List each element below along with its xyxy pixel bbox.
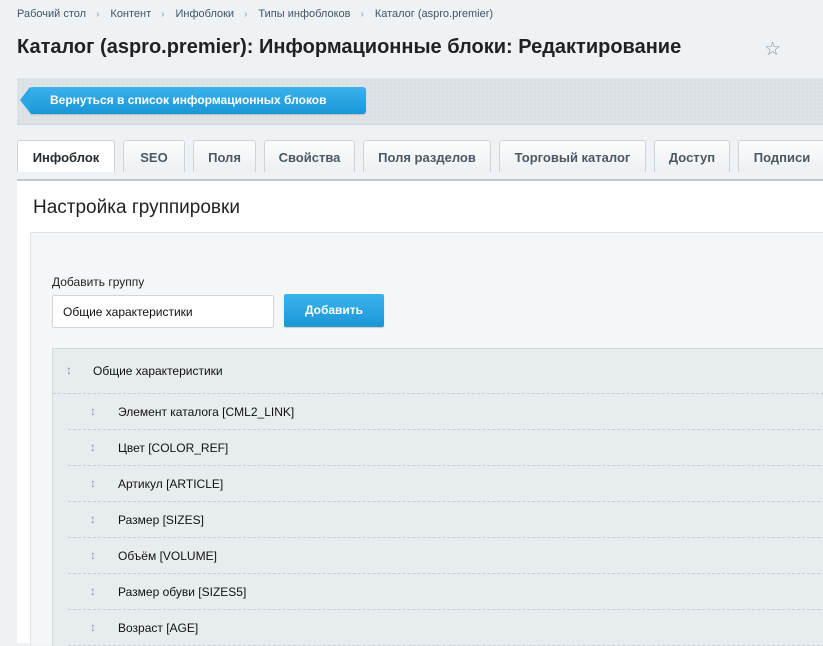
group-name-input[interactable] [52, 295, 274, 328]
property-label: Артикул [ARTICLE] [118, 477, 224, 491]
tab-bar: Инфоблок SEO Поля Свойства Поля разделов… [17, 140, 823, 173]
tab-access[interactable]: Доступ [654, 140, 730, 172]
property-label: Возраст [AGE] [118, 621, 199, 635]
list-item[interactable]: ↕ Размер обуви [SIZES5] [68, 574, 823, 610]
drag-handle-icon[interactable]: ↕ [90, 477, 96, 489]
breadcrumb-separator-icon: › [161, 8, 165, 20]
drag-handle-icon[interactable]: ↕ [66, 364, 72, 376]
grouping-settings-panel: Добавить группу Добавить ↕ Общие характе… [30, 232, 823, 646]
back-to-list-button[interactable]: Вернуться в список информационных блоков [20, 87, 366, 114]
group-label: Общие характеристики [93, 364, 223, 378]
group-list: ↕ Общие характеристики ↕ Элемент каталог… [52, 348, 823, 646]
property-label: Объём [VOLUME] [118, 549, 217, 563]
group-row[interactable]: ↕ Общие характеристики [53, 349, 823, 394]
list-item[interactable]: ↕ Цвет [COLOR_REF] [68, 430, 823, 466]
list-item[interactable]: ↕ Объём [VOLUME] [68, 538, 823, 574]
tab-seo[interactable]: SEO [123, 140, 185, 172]
list-item[interactable]: ↕ Артикул [ARTICLE] [68, 466, 823, 502]
property-label: Элемент каталога [CML2_LINK] [118, 405, 295, 419]
tab-fields[interactable]: Поля [193, 140, 256, 172]
tab-trade-catalog[interactable]: Торговый каталог [499, 140, 646, 172]
tab-content-panel: Настройка группировки Добавить группу До… [17, 179, 823, 646]
page-title: Каталог (aspro.premier): Информационные … [17, 36, 682, 58]
list-item[interactable]: ↕ Элемент каталога [CML2_LINK] [68, 394, 823, 430]
drag-handle-icon[interactable]: ↕ [90, 585, 96, 597]
drag-handle-icon[interactable]: ↕ [90, 441, 96, 453]
breadcrumb-separator-icon: › [96, 8, 100, 20]
breadcrumb-item-infoblock-types[interactable]: Типы инфоблоков [258, 8, 350, 20]
breadcrumb-item-content[interactable]: Контент [110, 8, 151, 20]
list-item[interactable]: ↕ Размер [SIZES] [68, 502, 823, 538]
breadcrumb-separator-icon: › [244, 8, 248, 20]
breadcrumb-separator-icon: › [360, 8, 364, 20]
property-label: Размер [SIZES] [118, 513, 204, 527]
action-bar: Вернуться в список информационных блоков [17, 78, 823, 125]
breadcrumb-item-desktop[interactable]: Рабочий стол [17, 8, 86, 20]
property-label: Цвет [COLOR_REF] [118, 441, 229, 455]
drag-handle-icon[interactable]: ↕ [90, 621, 96, 633]
breadcrumb-item-infoblocks[interactable]: Инфоблоки [176, 8, 235, 20]
breadcrumb: Рабочий стол › Контент › Инфоблоки › Тип… [17, 8, 493, 20]
breadcrumb-item-catalog[interactable]: Каталог (aspro.premier) [375, 8, 493, 20]
tab-captions[interactable]: Подписи [738, 140, 823, 172]
drag-handle-icon[interactable]: ↕ [90, 405, 96, 417]
tab-infoblock[interactable]: Инфоблок [17, 140, 115, 172]
add-group-label: Добавить группу [52, 275, 145, 289]
property-label: Размер обуви [SIZES5] [118, 585, 247, 599]
tab-section-fields[interactable]: Поля разделов [363, 140, 491, 172]
star-icon[interactable]: ☆ [764, 40, 781, 59]
section-title: Настройка группировки [33, 197, 240, 218]
list-item[interactable]: ↕ Возраст [AGE] [68, 610, 823, 646]
drag-handle-icon[interactable]: ↕ [90, 549, 96, 561]
tab-properties[interactable]: Свойства [264, 140, 355, 172]
drag-handle-icon[interactable]: ↕ [90, 513, 96, 525]
add-group-button[interactable]: Добавить [284, 294, 384, 327]
